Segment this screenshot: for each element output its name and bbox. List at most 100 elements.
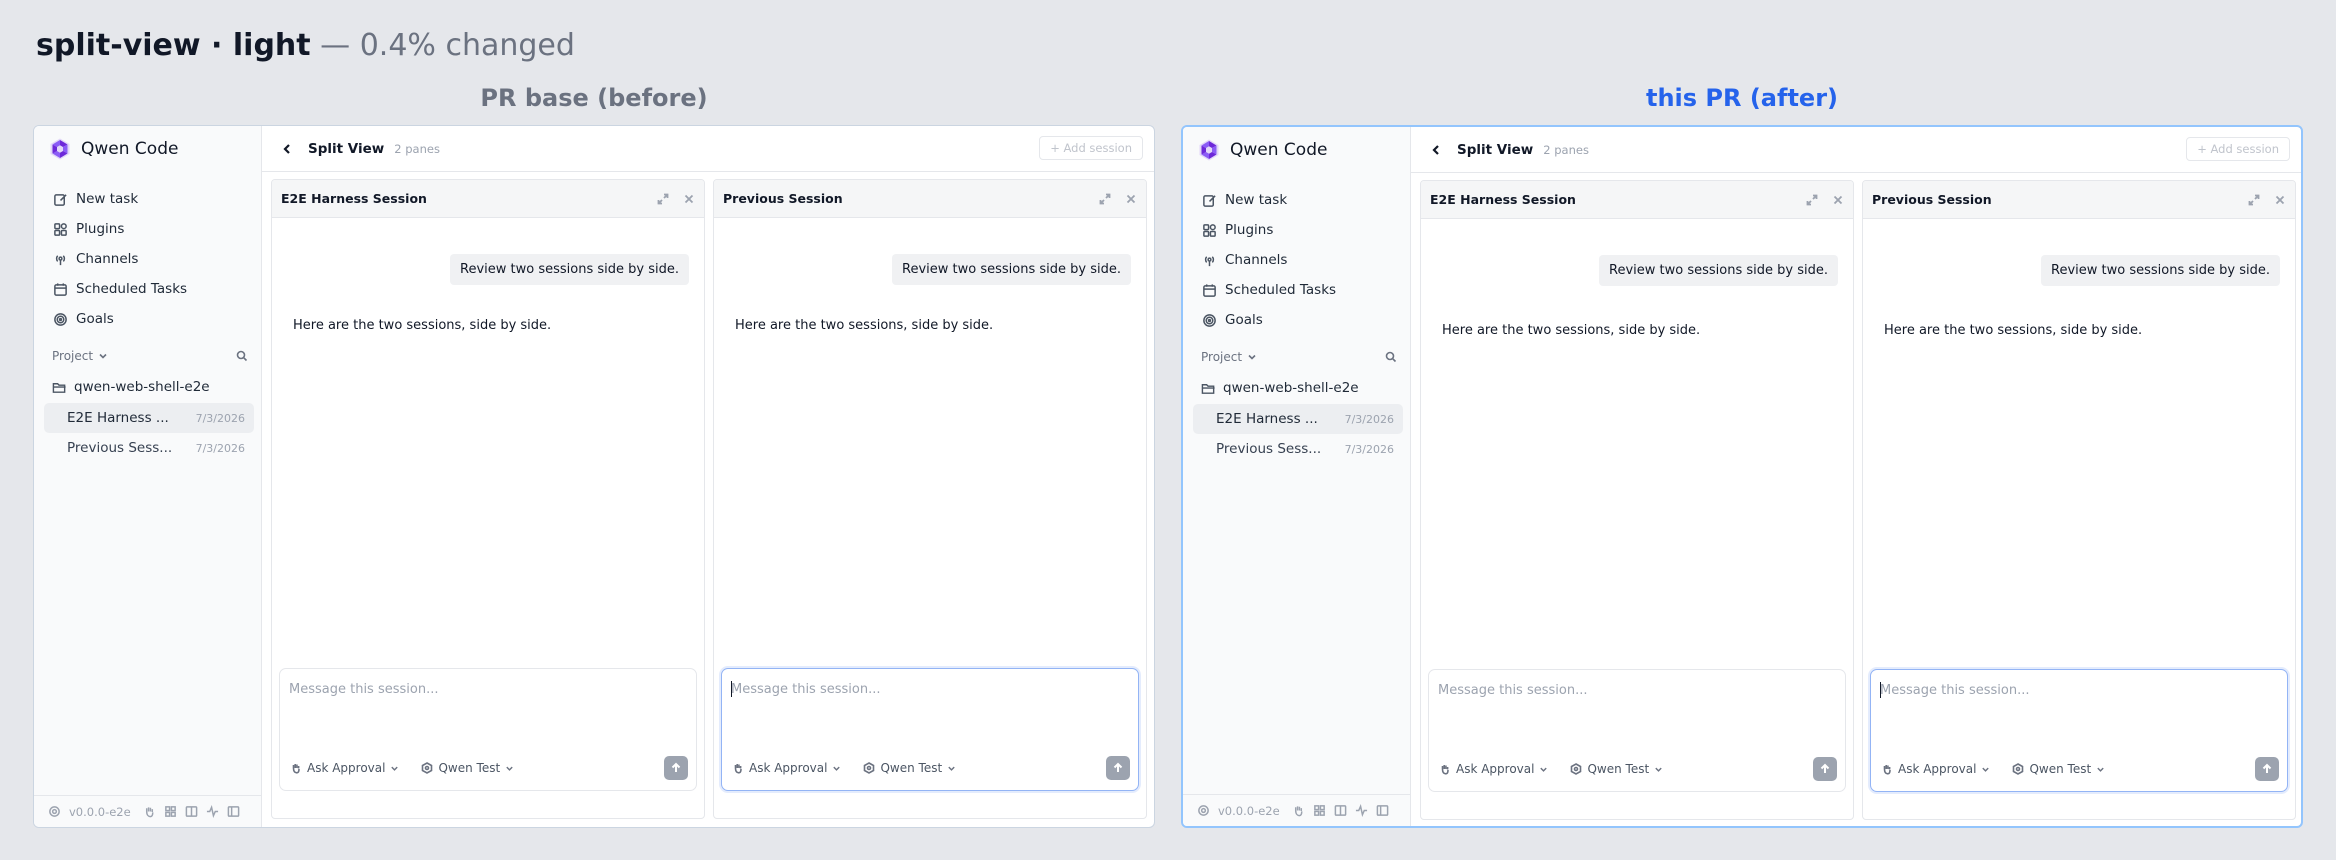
hand-icon[interactable] — [143, 805, 156, 818]
brand[interactable]: Qwen Code — [1197, 137, 1327, 163]
nav-channels[interactable]: Channels — [44, 244, 254, 274]
project-dropdown[interactable]: Project — [52, 349, 109, 363]
split-view-icon[interactable] — [185, 805, 198, 818]
session-item-previous[interactable]: Previous Sess... 7/3/2026 — [44, 433, 254, 463]
session-label: E2E Harness ... — [67, 410, 169, 426]
model-icon — [422, 762, 433, 774]
close-icon[interactable] — [1832, 194, 1844, 206]
chevron-down-icon — [1655, 767, 1662, 772]
close-icon[interactable] — [683, 193, 695, 205]
send-button[interactable] — [1106, 756, 1130, 780]
page-title-main: split-view · light — [36, 28, 311, 63]
hand-icon — [1441, 765, 1449, 775]
sidebar-toggle-icon[interactable] — [1376, 804, 1389, 817]
split-view-title: Split View — [1457, 141, 1534, 158]
folder-name: qwen-web-shell-e2e — [74, 379, 210, 395]
session-item-e2e-harness[interactable]: E2E Harness ... 7/3/2026 — [44, 403, 254, 433]
session-item-e2e-harness[interactable]: E2E Harness ... 7/3/2026 — [1193, 404, 1403, 434]
session-label: Previous Sess... — [67, 440, 173, 456]
pane-title: Previous Session — [1872, 192, 1992, 207]
qwen-logo-icon — [50, 138, 70, 160]
approval-mode-dropdown[interactable]: Ask Approval — [1439, 762, 1548, 776]
nav-new-task[interactable]: New task — [1193, 185, 1403, 215]
pane-actions — [657, 193, 695, 205]
search-icon[interactable] — [1385, 351, 1397, 363]
assistant-message: Here are the two sessions, side by side. — [293, 318, 552, 333]
message-input[interactable] — [731, 679, 1111, 699]
gear-icon[interactable] — [1197, 804, 1210, 817]
nav-label: Goals — [76, 311, 114, 327]
add-session-button[interactable]: + Add session — [2186, 137, 2290, 161]
pane-actions — [1099, 193, 1137, 205]
model-icon — [2013, 763, 2024, 775]
pane-count: 2 panes — [394, 141, 440, 156]
approval-mode-dropdown[interactable]: Ask Approval — [732, 761, 841, 775]
model-icon — [864, 762, 875, 774]
nav-goals[interactable]: Goals — [1193, 305, 1403, 335]
send-button[interactable] — [664, 756, 688, 780]
nav-label: New task — [1225, 192, 1288, 208]
close-icon[interactable] — [1125, 193, 1137, 205]
sidebar-nav: New task Plugins Channels Scheduled Task… — [1193, 185, 1403, 335]
nav-channels[interactable]: Channels — [1193, 245, 1403, 275]
grid-icon[interactable] — [1313, 804, 1326, 817]
close-icon[interactable] — [2274, 194, 2286, 206]
chevron-down-icon — [833, 766, 841, 771]
nav-scheduled-tasks[interactable]: Scheduled Tasks — [1193, 275, 1403, 305]
project-header: Project — [1201, 347, 1397, 367]
sidebar-toggle-icon[interactable] — [227, 805, 240, 818]
send-button[interactable] — [1813, 757, 1837, 781]
expand-icon[interactable] — [1099, 193, 1111, 205]
model-dropdown[interactable]: Qwen Test — [421, 761, 514, 775]
nav-plugins[interactable]: Plugins — [44, 214, 254, 244]
back-button[interactable] — [1427, 141, 1445, 159]
pane-header: E2E Harness Session — [272, 180, 704, 218]
chevron-left-icon — [1432, 144, 1439, 155]
session-list: E2E Harness ... 7/3/2026 Previous Sess..… — [44, 403, 254, 463]
split-view-icon[interactable] — [1334, 804, 1347, 817]
hand-icon[interactable] — [1292, 804, 1305, 817]
page-title-change: — 0.4% changed — [310, 28, 575, 63]
message-input[interactable] — [289, 679, 669, 699]
model-dropdown[interactable]: Qwen Test — [2012, 762, 2105, 776]
activity-icon[interactable] — [206, 805, 219, 818]
model-dropdown[interactable]: Qwen Test — [863, 761, 956, 775]
project-folder[interactable]: qwen-web-shell-e2e — [52, 376, 210, 398]
gear-icon[interactable] — [48, 805, 61, 818]
approval-mode-dropdown[interactable]: Ask Approval — [1881, 762, 1990, 776]
sidebar: Qwen Code New task Plugins Channels Sche… — [1183, 127, 1411, 826]
activity-icon[interactable] — [1355, 804, 1368, 817]
send-button[interactable] — [2255, 757, 2279, 781]
user-message: Review two sessions side by side. — [450, 254, 689, 285]
back-button[interactable] — [278, 140, 296, 158]
brand[interactable]: Qwen Code — [48, 136, 178, 162]
grid-icon[interactable] — [164, 805, 177, 818]
approval-mode-dropdown[interactable]: Ask Approval — [290, 761, 399, 775]
approval-mode-label: Ask Approval — [307, 761, 386, 775]
expand-icon[interactable] — [657, 193, 669, 205]
session-item-previous[interactable]: Previous Sess... 7/3/2026 — [1193, 434, 1403, 464]
expand-icon[interactable] — [1806, 194, 1818, 206]
sidebar: Qwen Code New task Plugins Channels Sche… — [34, 126, 262, 827]
before-column-label: PR base (before) — [480, 84, 708, 112]
search-icon[interactable] — [236, 350, 248, 362]
nav-label: Channels — [1225, 252, 1288, 268]
project-folder[interactable]: qwen-web-shell-e2e — [1201, 377, 1359, 399]
message-input[interactable] — [1438, 680, 1818, 700]
project-dropdown[interactable]: Project — [1201, 350, 1258, 364]
session-label: E2E Harness ... — [1216, 411, 1318, 427]
message-input[interactable] — [1880, 680, 2260, 700]
nav-goals[interactable]: Goals — [44, 304, 254, 334]
composer-toolbar: Ask Approval Qwen Test — [1881, 757, 2279, 781]
model-dropdown[interactable]: Qwen Test — [1570, 762, 1663, 776]
chevron-down-icon — [1982, 767, 1990, 772]
expand-icon[interactable] — [2248, 194, 2260, 206]
nav-plugins[interactable]: Plugins — [1193, 215, 1403, 245]
user-message: Review two sessions side by side. — [2041, 255, 2280, 286]
nav-scheduled-tasks[interactable]: Scheduled Tasks — [44, 274, 254, 304]
nav-new-task[interactable]: New task — [44, 184, 254, 214]
split-view-topbar: Split View 2 panes + Add session — [1411, 127, 2301, 173]
chevron-down-icon — [506, 766, 513, 771]
add-session-button[interactable]: + Add session — [1039, 136, 1143, 160]
broadcast-icon — [1204, 255, 1215, 266]
